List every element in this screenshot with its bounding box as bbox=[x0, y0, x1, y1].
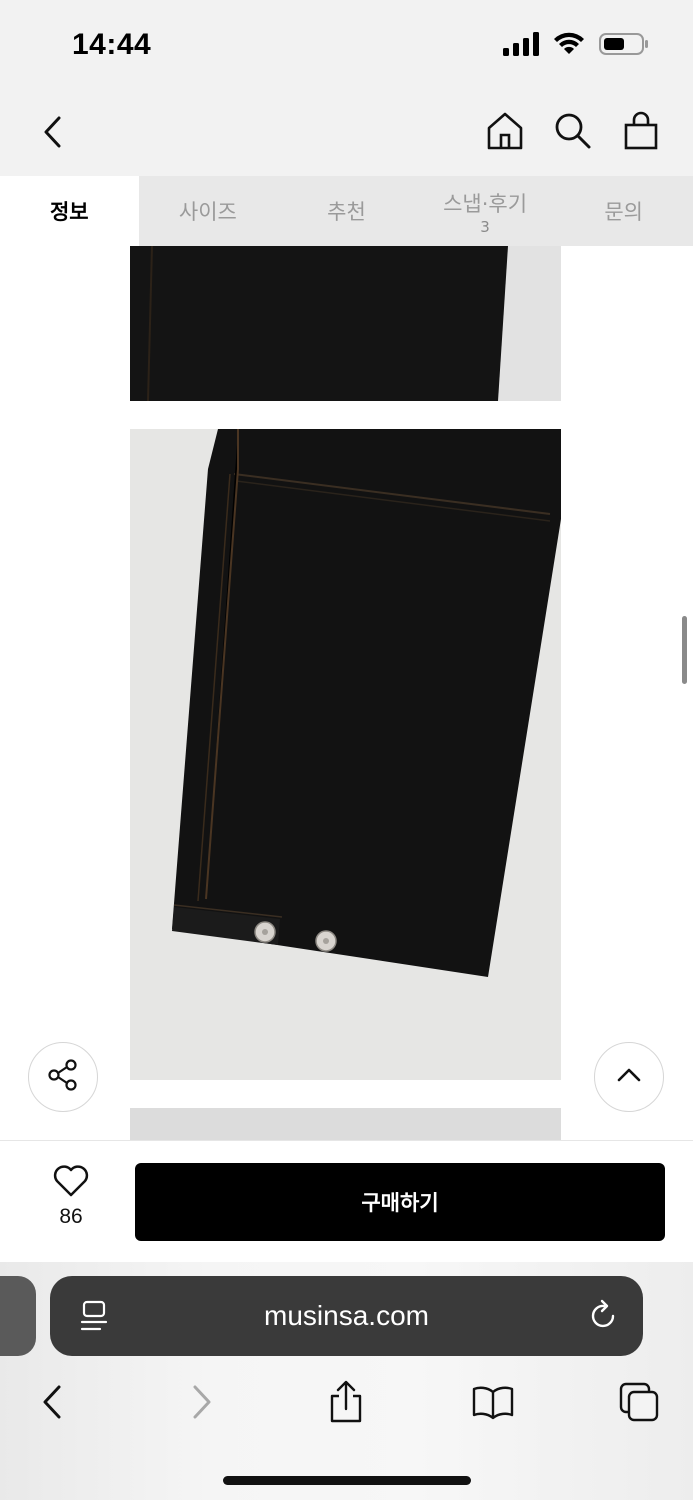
home-icon[interactable] bbox=[485, 108, 525, 154]
product-detail-photo bbox=[130, 1108, 561, 1140]
previous-tab-preview[interactable] bbox=[0, 1276, 36, 1356]
tabs-icon[interactable] bbox=[614, 1374, 664, 1430]
like-button[interactable]: 86 bbox=[40, 1165, 102, 1229]
status-bar: 14:44 bbox=[0, 0, 693, 90]
product-detail-photo-hem bbox=[130, 429, 561, 1080]
heart-icon bbox=[53, 1165, 89, 1201]
shopping-bag-icon[interactable] bbox=[621, 108, 661, 154]
browser-toolbar-area: musinsa.com bbox=[0, 1262, 693, 1500]
like-count: 86 bbox=[59, 1205, 83, 1228]
tab-inquiry[interactable]: 문의 bbox=[554, 176, 693, 246]
wifi-icon bbox=[553, 32, 585, 60]
tab-label: 추천 bbox=[327, 200, 366, 224]
address-bar[interactable]: musinsa.com bbox=[50, 1276, 643, 1356]
tab-recommend[interactable]: 추천 bbox=[277, 176, 416, 246]
scrollbar[interactable] bbox=[682, 616, 687, 684]
browser-toolbar bbox=[0, 1374, 693, 1434]
scroll-top-button[interactable] bbox=[594, 1042, 664, 1112]
reload-icon[interactable] bbox=[589, 1298, 619, 1336]
bookmarks-icon[interactable] bbox=[468, 1374, 518, 1430]
back-icon[interactable] bbox=[27, 1374, 77, 1430]
buy-button[interactable]: 구매하기 bbox=[135, 1163, 665, 1241]
cellular-signal-icon bbox=[503, 32, 539, 60]
back-button[interactable] bbox=[32, 110, 72, 154]
tab-label: 스냅·후기 bbox=[443, 191, 528, 216]
tab-size[interactable]: 사이즈 bbox=[139, 176, 278, 246]
share-icon bbox=[46, 1058, 80, 1096]
chevron-up-icon bbox=[616, 1067, 642, 1087]
product-detail-content bbox=[0, 246, 693, 1140]
share-button[interactable] bbox=[28, 1042, 98, 1112]
status-icons bbox=[503, 32, 649, 60]
share-icon[interactable] bbox=[321, 1374, 371, 1430]
tab-count: 3 bbox=[480, 217, 490, 236]
product-detail-photo bbox=[130, 246, 561, 401]
url-text: musinsa.com bbox=[264, 1300, 429, 1331]
nav-bar bbox=[0, 90, 693, 176]
tab-info[interactable]: 정보 bbox=[0, 176, 139, 246]
search-icon[interactable] bbox=[553, 108, 593, 154]
tab-snap-review[interactable]: 스냅·후기 3 bbox=[416, 176, 555, 246]
tab-label: 사이즈 bbox=[178, 200, 237, 224]
product-tabs: 정보 사이즈 추천 스냅·후기 3 문의 bbox=[0, 176, 693, 246]
tab-label: 정보 bbox=[49, 200, 89, 224]
nav-actions bbox=[485, 108, 661, 154]
forward-icon[interactable] bbox=[177, 1374, 227, 1430]
tab-label: 문의 bbox=[604, 200, 643, 224]
battery-icon bbox=[599, 32, 649, 60]
purchase-bar: 86 구매하기 bbox=[0, 1140, 693, 1262]
home-indicator[interactable] bbox=[223, 1476, 471, 1485]
status-time: 14:44 bbox=[72, 28, 152, 61]
